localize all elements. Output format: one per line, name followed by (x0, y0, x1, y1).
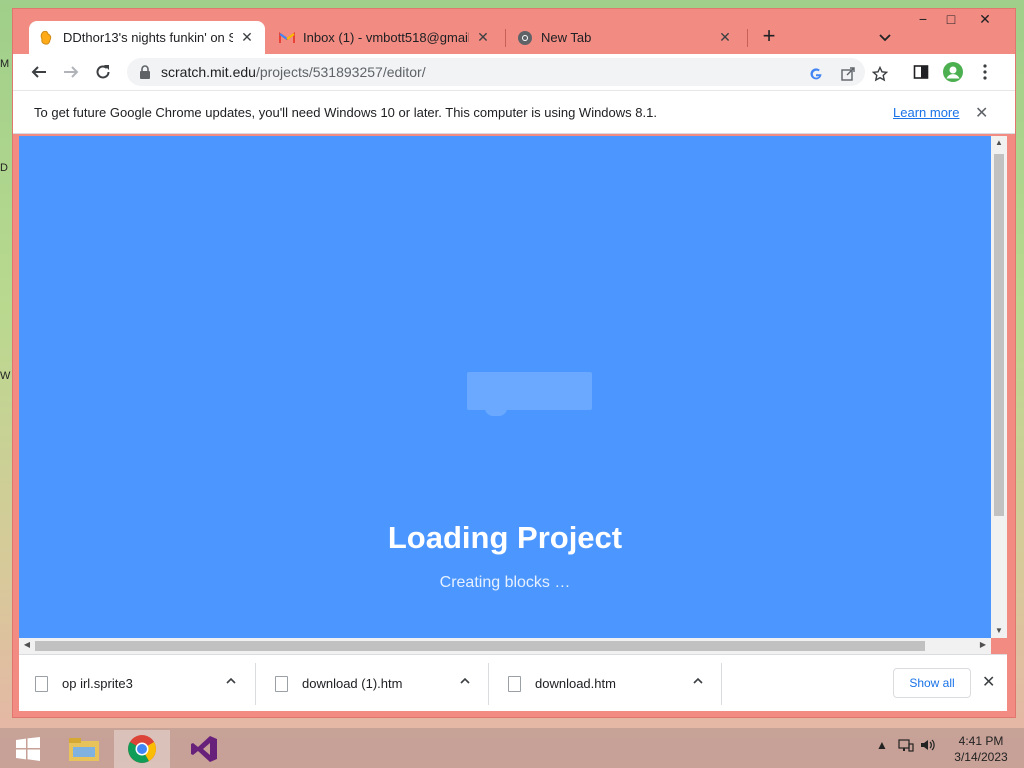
scroll-down-arrow-icon[interactable]: ▼ (991, 626, 1007, 635)
scratch-block-icon (467, 372, 592, 416)
network-icon[interactable] (898, 738, 914, 755)
google-icon[interactable] (804, 62, 828, 86)
chevron-up-icon[interactable] (692, 675, 704, 690)
side-panel-icon[interactable] (909, 60, 933, 84)
tab-close-icon[interactable]: ✕ (239, 29, 255, 46)
learn-more-link[interactable]: Learn more (893, 105, 959, 120)
scratch-icon (39, 30, 55, 46)
system-clock[interactable]: 4:41 PM 3/14/2023 (946, 733, 1016, 765)
profile-avatar[interactable] (941, 60, 965, 84)
clock-date: 3/14/2023 (954, 750, 1008, 764)
infobar-close-icon[interactable]: ✕ (975, 103, 988, 123)
reload-icon[interactable] (91, 60, 115, 84)
tab-title: New Tab (541, 30, 592, 45)
scroll-up-arrow-icon[interactable]: ▲ (991, 138, 1007, 147)
file-icon (275, 675, 288, 692)
vertical-scrollbar[interactable]: ▲ ▼ (991, 136, 1007, 638)
download-item[interactable]: download (1).htm (275, 655, 485, 712)
close-window-button[interactable]: ✕ (969, 11, 1001, 35)
chevron-up-icon[interactable] (459, 675, 471, 690)
file-icon (35, 675, 48, 692)
address-bar[interactable]: scratch.mit.edu/projects/531893257/edito… (127, 58, 865, 86)
clock-time: 4:41 PM (958, 734, 1004, 748)
url-path: /projects/531893257/editor/ (255, 64, 426, 80)
browser-toolbar: scratch.mit.edu/projects/531893257/edito… (13, 54, 1015, 90)
downloads-bar: op irl.sprite3 download (1).htm download… (19, 654, 1007, 711)
horizontal-scroll-thumb[interactable] (35, 641, 925, 651)
tab-title: DDthor13's nights funkin' on Scratch (63, 30, 233, 45)
tab-gmail-inbox[interactable]: Inbox (1) - vmbott518@gmail.com ✕ (269, 21, 501, 54)
loading-title: Loading Project (387, 520, 623, 555)
download-item[interactable]: op irl.sprite3 (35, 655, 251, 712)
tab-search-chevron-icon[interactable] (875, 27, 895, 47)
scroll-left-arrow-icon[interactable]: ◀ (19, 640, 35, 649)
show-all-downloads-button[interactable]: Show all (893, 668, 971, 698)
volume-icon[interactable] (920, 738, 936, 755)
show-hidden-icons-icon[interactable]: ▲ (876, 738, 888, 752)
file-icon (508, 675, 521, 692)
tab-title: Inbox (1) - vmbott518@gmail.com (303, 30, 469, 45)
maximize-button[interactable]: □ (935, 11, 967, 35)
lock-icon (139, 65, 151, 79)
share-icon[interactable] (836, 62, 860, 86)
taskbar: ▲ 4:41 PM 3/14/2023 (0, 728, 1024, 768)
close-downloads-bar-icon[interactable]: ✕ (982, 672, 995, 692)
browser-window: DDthor13's nights funkin' on Scratch ✕ I… (12, 8, 1016, 718)
update-infobar: To get future Google Chrome updates, you… (13, 90, 1015, 134)
visual-studio-icon[interactable] (176, 730, 232, 768)
tab-close-icon[interactable]: ✕ (717, 29, 733, 46)
gmail-icon (279, 30, 295, 46)
start-icon[interactable] (0, 730, 56, 768)
new-tab-button[interactable]: + (757, 25, 781, 49)
menu-kebab-icon[interactable] (973, 60, 997, 84)
chevron-up-icon[interactable] (225, 675, 237, 690)
scroll-right-arrow-icon[interactable]: ▶ (975, 640, 991, 649)
desktop-icon-label: M (0, 58, 10, 70)
back-icon[interactable] (27, 60, 51, 84)
download-item[interactable]: download.htm (508, 655, 718, 712)
loading-subtitle: Creating blocks … (439, 574, 571, 591)
url-host: scratch.mit.edu (161, 64, 256, 80)
desktop-icon-label: W (0, 370, 11, 382)
file-explorer-icon[interactable] (56, 730, 112, 768)
chrome-icon (517, 30, 533, 46)
tab-new-tab[interactable]: New Tab ✕ (507, 21, 743, 54)
download-filename: download.htm (535, 676, 616, 691)
forward-icon[interactable] (59, 60, 83, 84)
scratch-loading-screen: Loading Project Creating blocks … (19, 136, 991, 638)
vertical-scroll-thumb[interactable] (994, 154, 1004, 516)
desktop-icon-label: D (0, 162, 8, 174)
download-filename: op irl.sprite3 (62, 676, 133, 691)
tab-close-icon[interactable]: ✕ (475, 29, 491, 46)
infobar-message: To get future Google Chrome updates, you… (34, 104, 657, 120)
bookmark-star-icon[interactable] (868, 62, 892, 86)
horizontal-scrollbar[interactable]: ◀ ▶ (19, 638, 991, 654)
download-filename: download (1).htm (302, 676, 403, 691)
tab-scratch-project[interactable]: DDthor13's nights funkin' on Scratch ✕ (29, 21, 265, 54)
chrome-icon[interactable] (114, 730, 170, 768)
tab-strip: DDthor13's nights funkin' on Scratch ✕ I… (13, 9, 1015, 54)
